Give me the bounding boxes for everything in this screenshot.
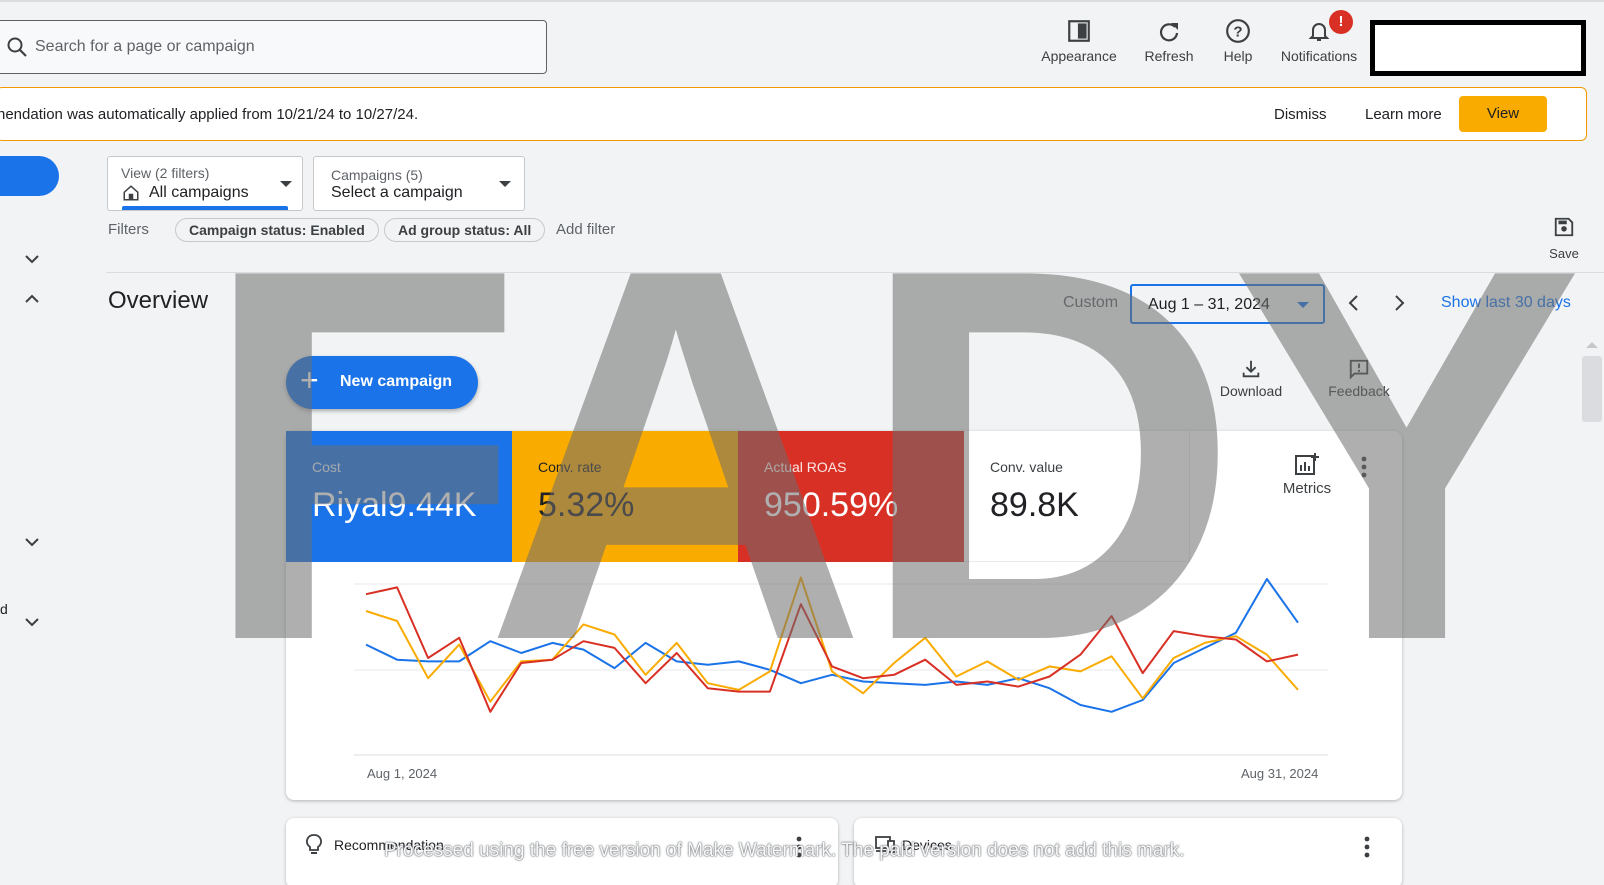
svg-text:?: ? xyxy=(1233,23,1242,40)
appearance-button[interactable]: Appearance xyxy=(1036,14,1122,74)
previous-period-button[interactable] xyxy=(1346,292,1360,318)
view-button[interactable]: View xyxy=(1459,96,1547,132)
chevron-down-icon[interactable] xyxy=(25,615,39,630)
series-line-0 xyxy=(365,578,1299,713)
devices-title: Devices xyxy=(902,837,952,853)
scorecard-actual-roas[interactable]: Actual ROAS 950.59% xyxy=(738,431,964,562)
help-label: Help xyxy=(1223,48,1253,64)
page-title: Overview xyxy=(108,287,209,314)
scorecard-conv-rate[interactable]: Conv. rate 5.32% xyxy=(512,431,738,562)
save-label: Save xyxy=(1549,246,1579,261)
scorecard-value: 950.59% xyxy=(764,486,899,524)
feedback-icon xyxy=(1324,358,1394,383)
filter-chip-ad-group-status[interactable]: Ad group status: All xyxy=(384,218,546,242)
sidebar-active-item[interactable] xyxy=(0,156,59,196)
feedback-label: Feedback xyxy=(1328,383,1390,399)
appearance-label: Appearance xyxy=(1041,48,1117,64)
scorecard-value: Riyal9.44K xyxy=(312,486,477,524)
scorecard-conv-value[interactable]: Conv. value 89.8K xyxy=(964,431,1190,562)
search-icon xyxy=(5,35,29,64)
add-chart-icon xyxy=(1272,452,1342,480)
chevron-up-icon[interactable] xyxy=(25,292,39,307)
performance-line-chart xyxy=(354,576,1328,756)
filter-chip-campaign-status[interactable]: Campaign status: Enabled xyxy=(175,218,379,242)
chevron-down-icon[interactable] xyxy=(25,252,39,267)
show-last-30-days-link[interactable]: Show last 30 days xyxy=(1441,294,1571,312)
refresh-button[interactable]: Refresh xyxy=(1138,14,1200,74)
banner-message: nendation was automatically applied from… xyxy=(0,106,419,123)
x-axis-end-label: Aug 31, 2024 xyxy=(1241,766,1319,781)
scrollbar-thumb[interactable] xyxy=(1582,356,1602,422)
scorecard-cost[interactable]: Cost Riyal9.44K xyxy=(286,431,512,562)
download-label: Download xyxy=(1219,383,1283,399)
active-underline xyxy=(122,206,288,210)
chevron-left-icon xyxy=(1348,295,1358,311)
campaign-picker-value: Select a campaign xyxy=(331,184,463,201)
dropdown-arrow-icon xyxy=(499,181,511,187)
filters-label: Filters xyxy=(108,221,149,238)
search-input[interactable]: Search for a page or campaign xyxy=(35,38,255,56)
view-picker-label: View (2 filters) xyxy=(121,165,210,181)
chevron-right-icon xyxy=(1395,295,1405,311)
download-icon xyxy=(1216,358,1286,383)
notifications-label: Notifications xyxy=(1280,48,1358,64)
next-period-button[interactable] xyxy=(1393,292,1407,318)
help-button[interactable]: ? Help xyxy=(1216,14,1260,74)
scroll-up-arrow[interactable] xyxy=(1586,342,1598,348)
new-campaign-label: New campaign xyxy=(340,373,453,390)
recommendation-banner: nendation was automatically applied from… xyxy=(0,87,1587,141)
refresh-label: Refresh xyxy=(1144,48,1194,64)
view-picker[interactable]: View (2 filters) All campaigns xyxy=(107,156,303,211)
scorecard-name: Conv. value xyxy=(990,459,1063,475)
devices-card: Devices xyxy=(854,818,1402,885)
scorecard-name: Cost xyxy=(312,459,341,475)
campaign-picker-label: Campaigns (5) xyxy=(331,167,423,183)
dropdown-arrow-icon xyxy=(280,181,292,187)
search-box[interactable]: Search for a page or campaign xyxy=(0,20,547,74)
plus-icon: + xyxy=(300,362,319,398)
custom-label: Custom xyxy=(1063,294,1119,311)
feedback-button[interactable]: Feedback xyxy=(1324,358,1394,399)
notification-badge: ! xyxy=(1329,10,1353,34)
scorecard-name: Conv. rate xyxy=(538,459,602,475)
appearance-icon xyxy=(1036,14,1122,44)
date-range-picker[interactable]: Aug 1 – 31, 2024 xyxy=(1130,284,1325,324)
notifications-button[interactable]: ! Notifications xyxy=(1272,10,1366,74)
x-axis-start-label: Aug 1, 2024 xyxy=(367,766,438,781)
help-icon: ? xyxy=(1216,14,1260,44)
sidebar-item-label: d xyxy=(0,601,8,617)
series-line-2 xyxy=(365,586,1299,713)
download-button[interactable]: Download xyxy=(1216,358,1286,399)
add-filter-button[interactable]: Add filter xyxy=(556,221,615,238)
scorecard-value: 5.32% xyxy=(538,486,635,524)
refresh-icon xyxy=(1138,14,1200,44)
scorecard-value: 89.8K xyxy=(990,486,1079,524)
recommendation-card: Recommendation xyxy=(286,818,838,885)
date-range-value: Aug 1 – 31, 2024 xyxy=(1148,296,1270,313)
lightbulb-icon xyxy=(306,834,322,861)
metrics-button[interactable]: Metrics xyxy=(1272,452,1342,497)
recommendation-title: Recommendation xyxy=(334,837,444,853)
dropdown-arrow-icon xyxy=(1297,302,1309,308)
learn-more-link[interactable]: Learn more xyxy=(1365,106,1442,123)
more-options-icon[interactable] xyxy=(796,836,802,863)
account-box[interactable] xyxy=(1370,20,1586,76)
view-picker-value: All campaigns xyxy=(149,184,249,201)
campaign-picker[interactable]: Campaigns (5) Select a campaign xyxy=(313,156,525,211)
divider xyxy=(106,272,1604,273)
home-icon xyxy=(122,184,140,207)
save-icon xyxy=(1540,216,1588,241)
new-campaign-button[interactable]: + New campaign xyxy=(286,356,478,409)
more-options-icon[interactable] xyxy=(1361,456,1367,478)
chevron-down-icon[interactable] xyxy=(25,535,39,550)
scorecard-name: Actual ROAS xyxy=(764,459,847,475)
devices-icon xyxy=(874,834,896,859)
more-options-icon[interactable] xyxy=(1364,836,1370,863)
save-button[interactable]: Save xyxy=(1540,216,1588,261)
metrics-label: Metrics xyxy=(1282,480,1332,497)
dismiss-button[interactable]: Dismiss xyxy=(1274,106,1327,123)
